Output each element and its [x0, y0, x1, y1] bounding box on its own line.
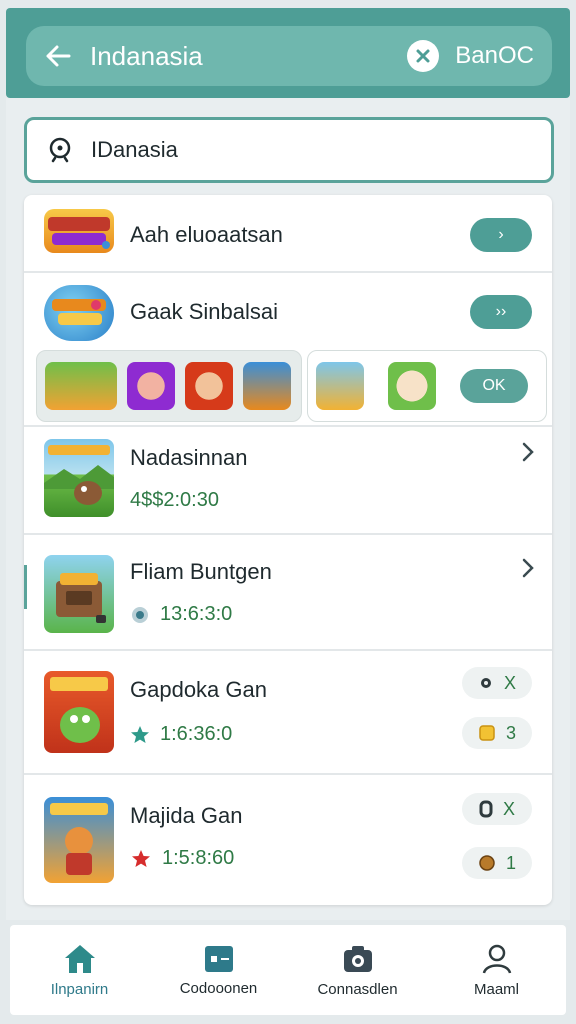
open-button[interactable]: › [470, 218, 532, 252]
star-icon [131, 725, 149, 743]
row-meta: 1:6:36:0 [130, 723, 232, 746]
row-title: Aah eluoaatsan [130, 222, 283, 247]
list-item[interactable]: Fliam Buntgen 13:6:3:0 [24, 535, 552, 651]
nav-label: Maaml [473, 980, 519, 998]
badge-value: 1 [505, 852, 516, 873]
camera-icon [343, 945, 372, 972]
featured-game-tile[interactable] [127, 362, 175, 410]
featured-game-tile[interactable] [185, 362, 233, 410]
nav-label: Codooonen [179, 979, 258, 997]
game-list: Aah eluoaatsan › Gaak Sinbalsai ›› Nadas… [24, 195, 552, 905]
nav-label: Ilnpanirn [50, 980, 109, 998]
row-meta: 1:5:8:60 [130, 847, 234, 870]
location-pin-icon [132, 606, 148, 623]
price-text: 4$$2:0:30 [130, 489, 219, 511]
star-icon [132, 849, 150, 867]
game-thumbnail [44, 797, 114, 883]
app-header: Indanasia BanOC [6, 8, 570, 98]
list-item[interactable]: Majida Gan 1:5:8:60 X 1 [24, 775, 552, 905]
close-circle-icon [407, 40, 440, 72]
open-button[interactable]: ›› [470, 295, 532, 329]
selection-indicator [24, 565, 27, 609]
chevron-right-icon[interactable] [520, 557, 536, 579]
nav-item-profile[interactable]: Maaml [432, 943, 562, 998]
coin-icon [479, 725, 495, 741]
multiplier-badge[interactable]: X [462, 793, 532, 825]
gear-icon [480, 678, 491, 688]
zero-icon [479, 800, 493, 818]
row-title: Nadasinnan [130, 445, 248, 470]
nav-item-cards[interactable]: Codooonen [154, 944, 284, 997]
coin-badge[interactable]: 3 [462, 717, 532, 749]
badge-value: X [503, 672, 516, 693]
ok-button[interactable]: OK [460, 369, 528, 403]
featured-game-tile[interactable] [316, 362, 364, 410]
row-meta: 13:6:3:0 [130, 603, 232, 626]
nav-item-camera[interactable]: Connasdlen [293, 943, 423, 998]
coin-badge[interactable]: 1 [462, 847, 532, 879]
game-logo-image [44, 285, 114, 341]
row-title: Fliam Buntgen [130, 559, 272, 584]
search-value: IDanasia [91, 137, 178, 162]
featured-games-strip-secondary: OK [307, 350, 547, 422]
game-thumbnail [44, 439, 114, 517]
header-bar: Indanasia BanOC [26, 26, 552, 86]
coin-icon [479, 855, 495, 871]
row-title: Gaak Sinbalsai [130, 299, 278, 324]
game-logo-image [44, 209, 114, 253]
game-thumbnail [44, 555, 114, 633]
multiplier-badge[interactable]: X [462, 667, 532, 699]
page-title: Indanasia [90, 40, 203, 71]
nav-label: Connasdlen [317, 980, 398, 998]
back-button[interactable] [44, 42, 72, 70]
arrow-left-icon [46, 45, 71, 67]
featured-game-tile[interactable] [388, 362, 436, 410]
chevron-right-icon[interactable] [520, 441, 536, 463]
row-title: Majida Gan [130, 803, 243, 828]
featured-game-tile[interactable] [243, 362, 291, 410]
featured-game-tile[interactable] [45, 362, 117, 410]
bottom-navigation: Ilnpanirn Codooonen Connasdlen Maaml [10, 925, 566, 1015]
home-icon [64, 944, 95, 973]
score-text: 1:6:36:0 [160, 723, 233, 745]
row-meta: 4$$2:0:30 [130, 489, 219, 512]
person-icon [482, 944, 511, 974]
score-text: 1:5:8:60 [162, 847, 235, 869]
list-item[interactable]: Gapdoka Gan 1:6:36:0 X 3 [24, 651, 552, 775]
list-item[interactable]: Nadasinnan 4$$2:0:30 [24, 427, 552, 535]
nav-item-home[interactable]: Ilnpanirn [15, 943, 145, 998]
time-text: 13:6:3:0 [160, 603, 233, 625]
list-item[interactable]: Aah eluoaatsan › [24, 195, 552, 273]
badge-value: 3 [505, 722, 516, 743]
row-title: Gapdoka Gan [130, 677, 267, 702]
search-input[interactable]: IDanasia [24, 117, 554, 183]
badge-value: X [502, 798, 515, 819]
game-thumbnail [44, 671, 114, 753]
header-action-label: BanOC [455, 42, 534, 69]
search-icon [49, 137, 71, 163]
id-card-icon [204, 945, 233, 972]
header-action-button[interactable]: BanOC [407, 40, 534, 72]
featured-games-strip [36, 350, 302, 422]
